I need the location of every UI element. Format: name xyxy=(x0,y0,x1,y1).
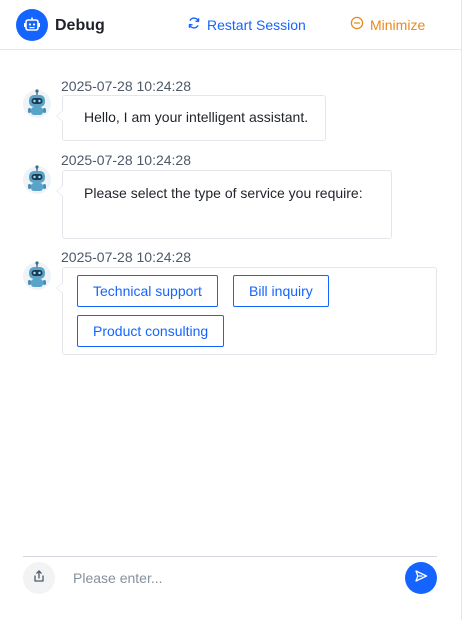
minus-circle-icon xyxy=(350,15,364,35)
message-timestamp: 2025-07-28 10:24:28 xyxy=(61,249,191,265)
message-text: Please select the type of service you re… xyxy=(84,185,363,201)
composer-divider xyxy=(23,556,437,557)
option-bill-inquiry-button[interactable]: Bill inquiry xyxy=(233,275,329,307)
upload-button[interactable] xyxy=(23,562,55,594)
message-bubble: Hello, I am your intelligent assistant. xyxy=(55,95,327,141)
message-bubble: Technical support Bill inquiry Product c… xyxy=(56,267,437,355)
message-bubble: Please select the type of service you re… xyxy=(56,170,392,239)
chat-input[interactable] xyxy=(62,566,396,590)
upload-icon xyxy=(32,569,46,588)
message-timestamp: 2025-07-28 10:24:28 xyxy=(61,78,191,94)
debug-panel: Debug Restart Session Minimize 2025-07-2… xyxy=(0,0,462,620)
page-title: Debug xyxy=(55,17,105,34)
bot-avatar-icon xyxy=(23,88,51,120)
header: Debug Restart Session Minimize xyxy=(0,0,461,50)
option-technical-support-button[interactable]: Technical support xyxy=(77,275,218,307)
refresh-icon xyxy=(187,15,201,35)
restart-session-label: Restart Session xyxy=(207,17,306,33)
send-icon xyxy=(414,569,428,588)
robot-icon xyxy=(16,9,48,41)
option-product-consulting-button[interactable]: Product consulting xyxy=(77,315,225,347)
minimize-button[interactable]: Minimize xyxy=(350,15,425,35)
minimize-label: Minimize xyxy=(370,17,426,33)
send-button[interactable] xyxy=(405,562,437,594)
restart-session-button[interactable]: Restart Session xyxy=(187,15,306,35)
message-timestamp: 2025-07-28 10:24:28 xyxy=(61,152,191,168)
message-text: Hello, I am your intelligent assistant. xyxy=(84,109,309,125)
bot-avatar-icon xyxy=(23,164,51,196)
bot-avatar-icon xyxy=(23,260,51,292)
